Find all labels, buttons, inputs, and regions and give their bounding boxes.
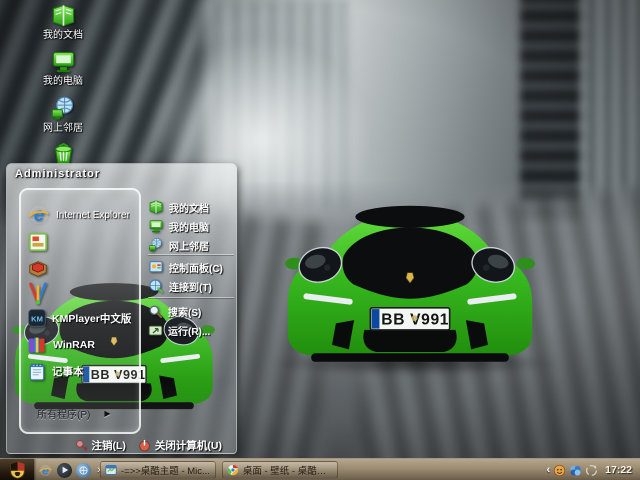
system-tray: ‹ 17:22 bbox=[546, 459, 636, 480]
task-button-wallpaper-page[interactable]: 桌面 - 壁纸 - 桌酷壁... bbox=[222, 461, 338, 479]
tray-messenger-icon[interactable] bbox=[569, 464, 582, 477]
start-menu-username: Administrator bbox=[15, 168, 101, 180]
chrome-icon bbox=[227, 464, 239, 476]
start-button[interactable] bbox=[0, 459, 34, 480]
log-off-button[interactable]: 注销(L) bbox=[75, 438, 126, 453]
start-menu-footer: 注销(L) 关闭计算机(U) bbox=[7, 436, 236, 453]
tray-update-icon[interactable] bbox=[585, 464, 598, 477]
menu-item-internet-explorer[interactable]: Internet Explorer bbox=[27, 203, 139, 227]
menu-item-search[interactable]: 搜索(S) bbox=[148, 302, 236, 320]
image-converter-icon bbox=[28, 232, 48, 252]
menu-item-winrar[interactable]: WinRAR bbox=[27, 333, 139, 357]
my-documents-icon bbox=[148, 199, 164, 215]
quick-launch-media-player[interactable] bbox=[57, 462, 72, 478]
menu-item-my-documents[interactable]: 我的文档 bbox=[148, 198, 236, 216]
start-menu-pinned-panel: Internet Explorer KM KMPlayer中文版 WinRAR … bbox=[19, 188, 141, 434]
network-places-icon bbox=[50, 95, 77, 122]
play-icon bbox=[62, 466, 68, 474]
log-off-icon bbox=[75, 440, 88, 452]
internet-explorer-icon bbox=[38, 463, 53, 478]
quick-launch-ie[interactable] bbox=[38, 463, 53, 478]
menu-item-connect-to[interactable]: 连接到(T) ▶ bbox=[148, 277, 236, 295]
desktop: BB V991 bbox=[0, 0, 640, 480]
start-menu: Administrator Internet Explorer KM KMPla… bbox=[6, 163, 237, 454]
taskbar-clock[interactable]: 17:22 bbox=[605, 464, 632, 476]
desktop-icon-my-documents[interactable]: 我的文档 bbox=[30, 2, 96, 41]
desktop-icon-network-places[interactable]: 网上邻居 bbox=[30, 95, 96, 134]
menu-item-red-toolbox[interactable] bbox=[27, 256, 139, 280]
desktop-icon-my-computer[interactable]: 我的电脑 bbox=[30, 48, 96, 87]
notepad-icon bbox=[29, 363, 45, 380]
menu-item-notepad[interactable]: 记事本 bbox=[27, 359, 139, 383]
globe-icon bbox=[79, 465, 88, 475]
quick-launch: › bbox=[38, 459, 103, 480]
menu-divider bbox=[148, 254, 234, 255]
internet-explorer-icon bbox=[27, 203, 51, 227]
network-places-icon bbox=[148, 237, 164, 253]
quick-launch-browser[interactable] bbox=[76, 462, 91, 478]
desktop-icon-label: 网上邻居 bbox=[43, 123, 83, 134]
my-documents-icon bbox=[50, 2, 77, 29]
my-computer-icon bbox=[50, 48, 77, 75]
menu-item-paint-tool[interactable] bbox=[27, 282, 139, 306]
desktop-icon-label: 我的电脑 bbox=[43, 76, 83, 87]
all-programs-button[interactable]: 所有程序(P) ▶ bbox=[37, 406, 133, 421]
paint-brushes-icon bbox=[29, 282, 47, 305]
menu-item-my-computer[interactable]: 我的电脑 bbox=[148, 217, 236, 235]
kmplayer-icon: KM bbox=[28, 309, 46, 327]
menu-item-image-tool[interactable] bbox=[27, 230, 139, 254]
task-button-theme-window[interactable]: -=>>桌酷主题 - Mic... bbox=[100, 461, 216, 479]
run-icon bbox=[148, 325, 163, 335]
window-icon bbox=[105, 465, 117, 475]
all-programs-arrow-icon: ▶ bbox=[104, 409, 111, 418]
winrar-icon bbox=[28, 337, 45, 352]
search-icon bbox=[149, 305, 163, 318]
desktop-icon-label: 我的文档 bbox=[43, 30, 83, 41]
toolbox-icon bbox=[29, 261, 47, 277]
menu-item-run[interactable]: 运行(R)... bbox=[148, 321, 236, 339]
wallpaper-car bbox=[280, 196, 540, 365]
shut-down-icon bbox=[139, 439, 150, 452]
menu-item-kmplayer[interactable]: KM KMPlayer中文版 bbox=[27, 306, 139, 330]
menu-item-network-places[interactable]: 网上邻居 bbox=[148, 236, 236, 254]
control-panel-icon bbox=[149, 261, 163, 273]
shut-down-button[interactable]: 关闭计算机(U) bbox=[138, 438, 222, 453]
porsche-crest-icon bbox=[9, 461, 25, 479]
connect-to-icon bbox=[149, 279, 163, 293]
menu-item-control-panel[interactable]: 控制面板(C) bbox=[148, 258, 236, 276]
tray-pet-icon[interactable] bbox=[553, 464, 566, 477]
taskbar: › -=>>桌酷主题 - Mic... 桌面 - 壁纸 - 桌酷壁... ‹ 1… bbox=[0, 458, 640, 480]
menu-divider bbox=[148, 297, 234, 298]
my-computer-icon bbox=[148, 218, 164, 234]
tray-collapse-arrow[interactable]: ‹ bbox=[546, 464, 550, 476]
svg-text:KM: KM bbox=[31, 314, 43, 323]
